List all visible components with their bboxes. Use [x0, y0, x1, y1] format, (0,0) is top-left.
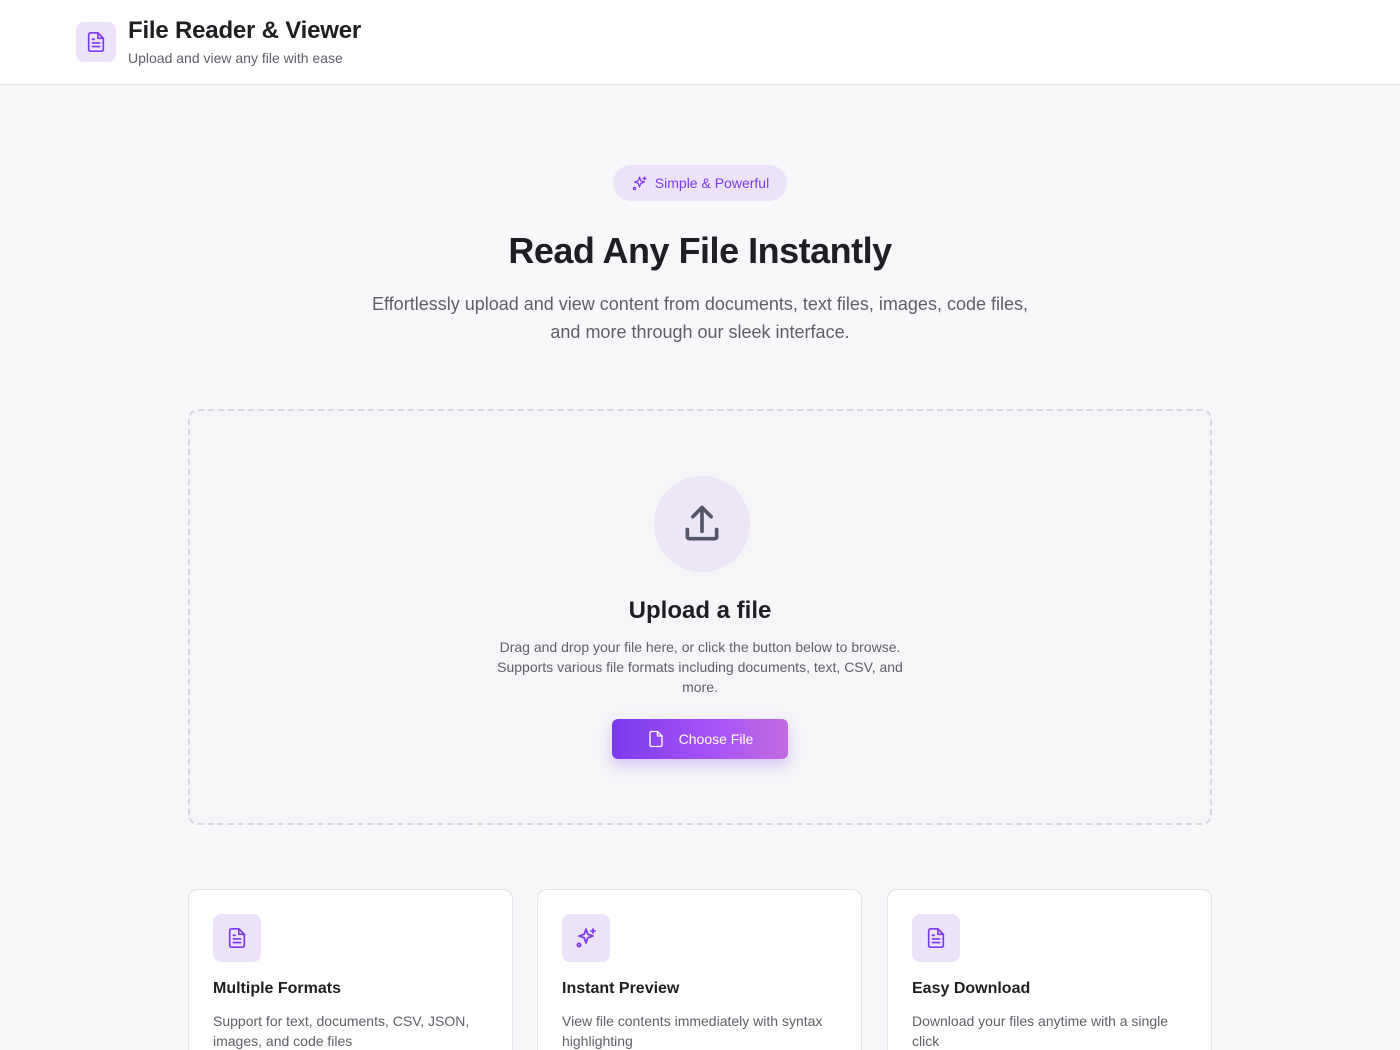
file-icon: [647, 729, 665, 749]
app-header: File Reader & Viewer Upload and view any…: [0, 0, 1400, 85]
feature-card-multiple-formats: Multiple Formats Support for text, docum…: [188, 889, 513, 1050]
document-icon: [912, 914, 960, 962]
upload-title: Upload a file: [628, 597, 772, 624]
feature-card-instant-preview: Instant Preview View file contents immed…: [537, 889, 862, 1050]
feature-badge: Simple & Powerful: [613, 165, 787, 201]
app-title: File Reader & Viewer: [128, 17, 362, 44]
feature-description: Download your files anytime with a singl…: [912, 1013, 1169, 1049]
sparkles-icon: [631, 175, 648, 192]
upload-icon: [654, 476, 750, 572]
hero-title: Read Any File Instantly: [508, 230, 892, 271]
feature-description: Support for text, documents, CSV, JSON, …: [213, 1013, 470, 1049]
feature-card-easy-download: Easy Download Download your files anytim…: [887, 889, 1212, 1050]
sparkles-icon: [562, 914, 610, 962]
upload-description: Drag and drop your file here, or click t…: [497, 639, 903, 695]
badge-label: Simple & Powerful: [654, 175, 770, 191]
hero-description: Effortlessly upload and view content fro…: [372, 294, 1028, 342]
feature-description: View file contents immediately with synt…: [562, 1013, 823, 1049]
feature-title: Multiple Formats: [213, 980, 342, 997]
document-icon: [76, 22, 116, 62]
choose-file-button[interactable]: Choose File: [612, 719, 788, 759]
feature-title: Easy Download: [912, 980, 1031, 997]
document-icon: [213, 914, 261, 962]
feature-title: Instant Preview: [562, 980, 680, 997]
choose-file-label: Choose File: [678, 731, 754, 747]
file-dropzone[interactable]: Upload a file Drag and drop your file he…: [188, 409, 1212, 825]
app-subtitle: Upload and view any file with ease: [128, 50, 343, 66]
